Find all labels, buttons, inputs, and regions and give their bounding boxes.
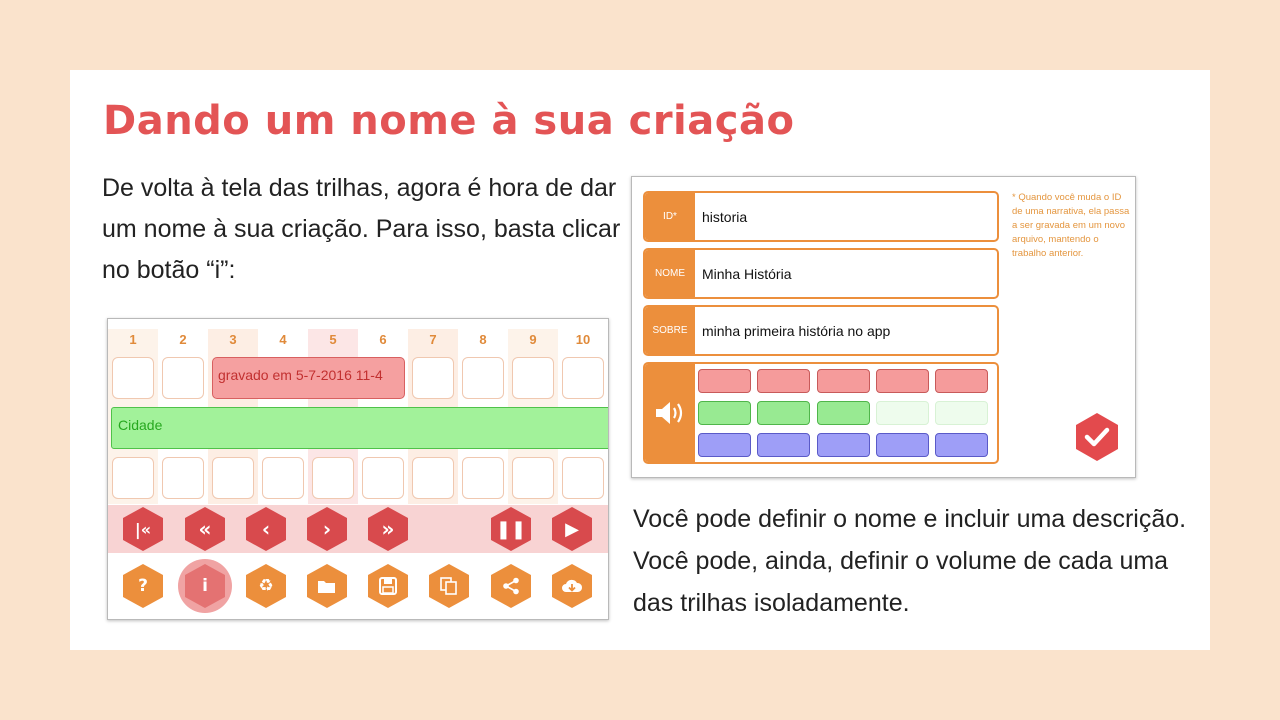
share-icon[interactable]	[491, 564, 531, 608]
green-track-volume-step[interactable]	[757, 401, 810, 425]
about-field-label: SOBRE	[645, 307, 695, 354]
column-number: 10	[575, 332, 591, 347]
id-change-note: * Quando você muda o ID de uma narrativa…	[1012, 192, 1130, 259]
track-slot[interactable]	[112, 357, 154, 399]
green-track-volume-step[interactable]	[698, 401, 751, 425]
intro-paragraph: De volta à tela das trilhas, agora é hor…	[102, 174, 621, 284]
tools-toolbar: ? i ♻	[108, 553, 608, 619]
track-slot[interactable]	[112, 457, 154, 499]
red-track-volume-step[interactable]	[935, 369, 988, 393]
info-screen-screenshot: ID* historia NOME Minha História SOBRE m…	[631, 176, 1136, 478]
recycle-icon[interactable]: ♻	[246, 564, 286, 608]
about-field[interactable]: SOBRE minha primeira história no app	[643, 305, 999, 356]
track-slot[interactable]	[562, 457, 604, 499]
city-sound-clip[interactable]: Cidade	[111, 407, 608, 449]
name-field[interactable]: NOME Minha História	[643, 248, 999, 299]
red-track-volume-step[interactable]	[757, 369, 810, 393]
play-icon[interactable]: ▶	[552, 507, 592, 551]
recorded-audio-clip[interactable]: gravado em 5-7-2016 11-4	[212, 357, 405, 399]
green-track-volume-step[interactable]	[817, 401, 870, 425]
column-number: 4	[279, 332, 287, 347]
track-slot[interactable]	[162, 457, 204, 499]
red-track-volume-step[interactable]	[817, 369, 870, 393]
id-field[interactable]: ID* historia	[643, 191, 999, 242]
speaker-volume-icon	[656, 402, 683, 424]
track-slot[interactable]	[512, 457, 554, 499]
about-field-value[interactable]: minha primeira história no app	[702, 307, 890, 354]
help-icon[interactable]: ?	[123, 564, 163, 608]
track-slot[interactable]	[462, 457, 504, 499]
column-number: 8	[479, 332, 487, 347]
track-volume-panel	[643, 362, 999, 464]
copy-icon[interactable]	[429, 564, 469, 608]
track-slot[interactable]	[462, 357, 504, 399]
blue-track-volume-step[interactable]	[757, 433, 810, 457]
previous-icon[interactable]: ‹	[246, 507, 286, 551]
red-track-volume-step[interactable]	[698, 369, 751, 393]
track-slot[interactable]	[312, 457, 354, 499]
id-field-label: ID*	[645, 193, 695, 240]
column-number: 9	[529, 332, 537, 347]
slide-title: Dando um nome à sua criação	[103, 98, 795, 144]
column-number-row: 1 2 3 4 5 6 7 8 9 10	[108, 329, 608, 351]
track-slot[interactable]	[262, 457, 304, 499]
tracks-screen-screenshot: 1 2 3 4 5 6 7 8 9 10 gravado em 5-7-2016…	[107, 318, 609, 620]
blue-track-volume-step[interactable]	[876, 433, 929, 457]
green-track-volume-step[interactable]	[935, 401, 988, 425]
fast-forward-icon[interactable]: »	[368, 507, 408, 551]
closing-paragraph: Você pode definir o nome e incluir uma d…	[633, 505, 1187, 617]
green-track-volume-step[interactable]	[876, 401, 929, 425]
red-track-volume-step[interactable]	[876, 369, 929, 393]
playback-toolbar: |« « ‹ › » ❚❚ ▶	[108, 505, 608, 553]
name-field-label: NOME	[645, 250, 695, 297]
column-number: 1	[129, 332, 137, 347]
column-number: 3	[229, 332, 237, 347]
volume-label-side	[645, 364, 695, 462]
column-number: 2	[179, 332, 187, 347]
column-number: 5	[329, 332, 337, 347]
track-slot[interactable]	[162, 357, 204, 399]
track-slot[interactable]	[412, 457, 454, 499]
track-slot[interactable]	[512, 357, 554, 399]
next-icon[interactable]: ›	[307, 507, 347, 551]
blue-track-volume-step[interactable]	[698, 433, 751, 457]
blue-track-volume-step[interactable]	[935, 433, 988, 457]
confirm-button[interactable]	[1076, 413, 1118, 461]
track-slot[interactable]	[562, 357, 604, 399]
track-slot[interactable]	[412, 357, 454, 399]
column-number: 7	[429, 332, 437, 347]
id-field-value[interactable]: historia	[702, 193, 747, 240]
checkmark-icon	[1084, 427, 1110, 447]
track-slot[interactable]	[212, 457, 254, 499]
column-number: 6	[379, 332, 387, 347]
skip-to-start-icon[interactable]: |«	[123, 507, 163, 551]
download-cloud-icon[interactable]	[552, 564, 592, 608]
pause-icon[interactable]: ❚❚	[491, 507, 531, 551]
save-icon[interactable]	[368, 564, 408, 608]
slide: Dando um nome à sua criação De volta à t…	[70, 70, 1210, 650]
name-field-value[interactable]: Minha História	[702, 250, 791, 297]
rewind-icon[interactable]: «	[185, 507, 225, 551]
open-folder-icon[interactable]	[307, 564, 347, 608]
blue-track-volume-step[interactable]	[817, 433, 870, 457]
track-slot[interactable]	[362, 457, 404, 499]
